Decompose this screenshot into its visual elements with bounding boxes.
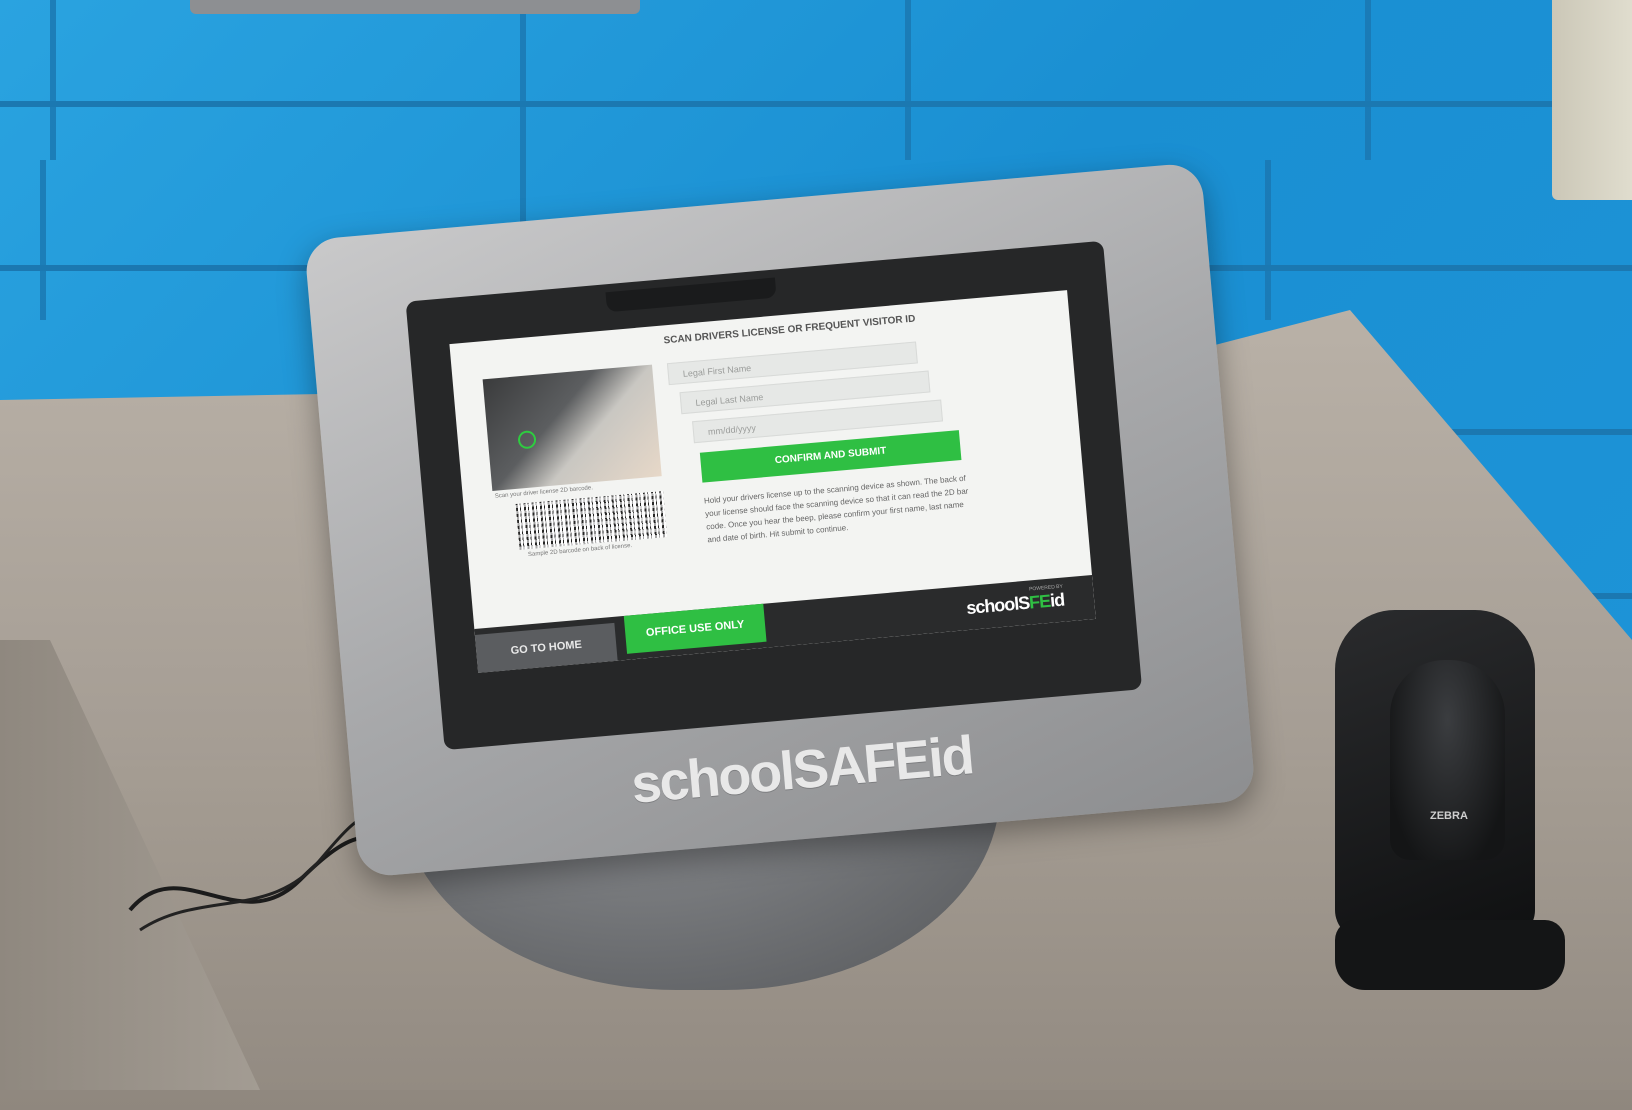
instructions-text: Hold your drivers license up to the scan… — [703, 473, 969, 545]
wall-switch-box — [1552, 0, 1632, 200]
brick-joint — [40, 160, 46, 320]
scanner-base — [1335, 920, 1565, 990]
kiosk-screen: SCAN DRIVERS LICENSE OR FREQUENT VISITOR… — [449, 290, 1096, 673]
brick-joint — [50, 0, 56, 160]
office-use-only-button[interactable]: OFFICE USE ONLY — [623, 603, 767, 654]
footer-logo: POWERED BY schoolSFEid — [933, 584, 1065, 622]
camera-notch — [605, 277, 777, 313]
brand-part: id — [1049, 589, 1065, 611]
barcode-scanner: ZEBRA — [1335, 610, 1535, 940]
go-to-home-button[interactable]: GO TO HOME — [474, 622, 618, 673]
brick-joint — [905, 0, 911, 160]
scanner-window — [1390, 660, 1505, 860]
wall-plate — [190, 0, 640, 14]
screen-frame: SCAN DRIVERS LICENSE OR FREQUENT VISITOR… — [405, 240, 1143, 751]
brick-joint — [1365, 0, 1371, 160]
screen-footer: GO TO HOME OFFICE USE ONLY POWERED BY sc… — [474, 575, 1096, 673]
scan-example-photo — [482, 364, 662, 491]
brick-joint — [1265, 160, 1271, 320]
brick-joint — [520, 0, 526, 160]
brand-part-green: FE — [1028, 590, 1051, 613]
brand-part: schoolS — [965, 592, 1031, 619]
kiosk-bezel: SCAN DRIVERS LICENSE OR FREQUENT VISITOR… — [303, 161, 1257, 879]
scanner-brand-label: ZEBRA — [1430, 810, 1468, 822]
scan-target-icon — [517, 429, 537, 450]
